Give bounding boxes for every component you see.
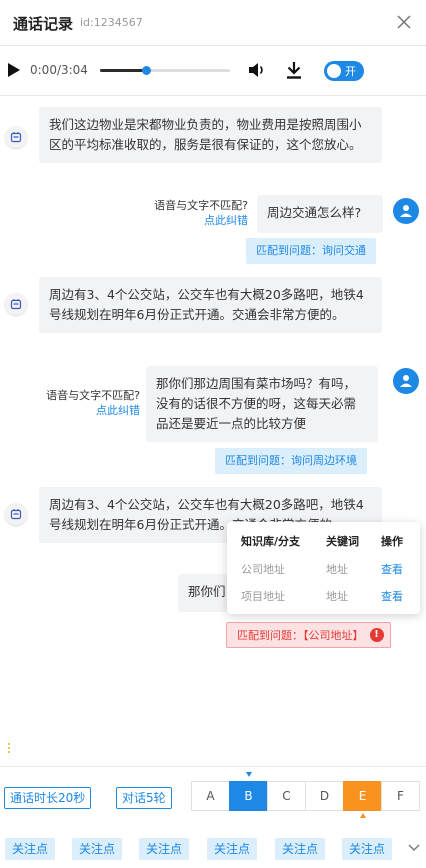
selected-marker-icon [246, 772, 252, 777]
bot-avatar [5, 126, 27, 148]
volume-icon[interactable] [247, 60, 267, 80]
view-link[interactable]: 查看 [381, 588, 403, 604]
popover-header-action: 操作 [381, 535, 403, 548]
mismatch-notice: 语音与文字不匹配? 点此纠错 [138, 198, 248, 228]
correct-link[interactable]: 点此纠错 [138, 213, 248, 228]
option-d[interactable]: D [305, 781, 344, 811]
view-link[interactable]: 查看 [381, 561, 403, 577]
option-b[interactable]: B [229, 781, 268, 811]
call-duration-badge: 通话时长20秒 [4, 787, 92, 809]
mismatch-text: 语音与文字不匹配? [46, 389, 140, 402]
page-title: 通话记录 [13, 15, 74, 33]
bot-avatar [5, 293, 27, 315]
drag-handle-icon[interactable] [7, 742, 11, 754]
match-popover: 知识库/分支 关键词 操作 公司地址 地址 查看 项目地址 地址 查看 [227, 522, 420, 614]
user-avatar [393, 198, 419, 224]
popover-cell: 公司地址 [241, 563, 285, 576]
robot-icon [10, 299, 22, 310]
dialog-turns-badge: 对话5轮 [116, 787, 172, 809]
user-icon [400, 375, 412, 387]
match-tag[interactable]: 匹配到问题：询问交通 [246, 238, 376, 264]
popover-cell: 项目地址 [241, 590, 285, 603]
mismatch-notice: 语音与文字不匹配? 点此纠错 [30, 388, 140, 418]
popover-cell: 地址 [326, 590, 348, 603]
playback-time: 0:00/3:04 [30, 63, 88, 77]
warning-marker-icon [360, 813, 366, 818]
bot-avatar [5, 503, 27, 525]
message-bubble: 周边交通怎么样? [257, 195, 383, 233]
focus-point-tag[interactable]: 关注点 [139, 838, 190, 860]
popover-header-keyword: 关键词 [326, 535, 359, 548]
progress-handle[interactable] [141, 66, 151, 75]
focus-point-tag[interactable]: 关注点 [207, 838, 258, 860]
focus-point-tag[interactable]: 关注点 [275, 838, 326, 860]
user-avatar [393, 368, 419, 394]
mismatch-text: 语音与文字不匹配? [154, 199, 248, 212]
popover-header-branch: 知识库/分支 [241, 535, 301, 548]
focus-point-tag[interactable]: 关注点 [72, 838, 123, 860]
play-icon[interactable] [7, 62, 21, 78]
popover-cell: 地址 [326, 563, 348, 576]
progress-fill [100, 69, 146, 72]
match-tag-text: 匹配到问题：【公司地址】 [237, 629, 364, 642]
toggle-label: 开 [345, 65, 356, 78]
match-tag[interactable]: 匹配到问题：询问周边环境 [215, 448, 367, 474]
download-icon[interactable] [285, 60, 303, 80]
user-icon [400, 205, 412, 217]
progress-slider[interactable] [100, 66, 230, 75]
toggle-switch[interactable]: 开 [324, 61, 364, 81]
option-a[interactable]: A [191, 781, 230, 811]
call-id: id:1234567 [80, 16, 143, 29]
robot-icon [10, 132, 22, 143]
option-e[interactable]: E [343, 781, 382, 811]
message-bubble: 我们这边物业是宋都物业负责的，物业费用是按照周围小区的平均标准收取的，服务是很有… [39, 107, 382, 163]
match-tag-error[interactable]: 匹配到问题：【公司地址】 ! [226, 622, 391, 648]
correct-link[interactable]: 点此纠错 [30, 403, 140, 418]
robot-icon [10, 509, 22, 520]
message-bubble: 周边有3、4个公交站，公交车也有大概20多路吧，地铁4号线规划在明年6月份正式开… [39, 277, 382, 333]
audio-player: 0:00/3:04 开 [0, 46, 426, 96]
header: 通话记录 id:1234567 [0, 0, 426, 46]
option-f[interactable]: F [381, 781, 420, 811]
message-bubble: 那你们那边周围有菜市场吗？有吗，没有的话很不方便的呀，这每天必需品还是要近一点的… [146, 366, 378, 442]
focus-point-tag[interactable]: 关注点 [342, 838, 393, 860]
chevron-down-icon[interactable] [408, 843, 420, 853]
close-icon[interactable] [394, 12, 414, 32]
focus-point-tag[interactable]: 关注点 [5, 838, 56, 860]
error-icon: ! [369, 628, 384, 642]
toggle-knob [327, 64, 341, 78]
option-c[interactable]: C [267, 781, 306, 811]
